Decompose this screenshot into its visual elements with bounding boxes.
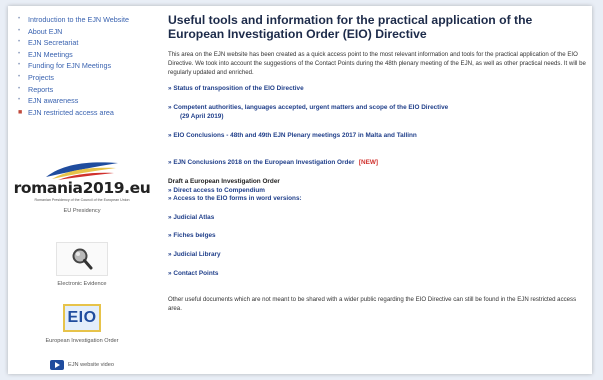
sidebar-item-awareness[interactable]: • EJN awareness: [18, 95, 156, 107]
romania-presidency-banner[interactable]: romania2019.eu Romanian Presidency of th…: [8, 159, 156, 214]
eio-banner[interactable]: EIO European Investigation Order: [8, 304, 156, 344]
eio-logo: EIO: [63, 304, 101, 332]
ejn-video-link[interactable]: EJN website video: [8, 360, 156, 370]
sidebar-link[interactable]: EJN Secretariat: [28, 38, 78, 47]
bullet-icon: •: [18, 97, 21, 104]
bullet-icon: •: [18, 39, 21, 46]
restricted-area-note: Other useful documents which are not mea…: [168, 296, 577, 312]
sidebar-item-projects[interactable]: • Projects: [18, 72, 156, 84]
video-label: EJN website video: [67, 362, 114, 368]
eio-conclusions-2017-link[interactable]: » EIO Conclusions - 48th and 49th EJN Pl…: [168, 132, 586, 141]
romania-swoosh-icon: [46, 162, 118, 180]
sidebar-item-funding[interactable]: • Funding for EJN Meetings: [18, 60, 156, 72]
bullet-icon: •: [18, 16, 21, 22]
eio-word-forms-link[interactable]: » Access to the EIO forms in word versio…: [168, 195, 586, 204]
sidebar-link[interactable]: Projects: [28, 73, 54, 82]
sidebar-link[interactable]: Introduction to the EJN Website: [28, 15, 129, 24]
sidebar-item-introduction[interactable]: • Introduction to the EJN Website: [18, 14, 156, 26]
bullet-icon: •: [18, 62, 21, 69]
page-container: • Introduction to the EJN Website • About …: [8, 6, 592, 374]
play-triangle-icon: [54, 362, 60, 368]
main-content: Useful tools and information for the pra…: [168, 13, 586, 314]
sidebar-item-about[interactable]: • About EJN: [18, 26, 156, 38]
sidebar: • Introduction to the EJN Website • About …: [8, 14, 156, 374]
ejn-conclusions-2018-link[interactable]: » EJN Conclusions 2018 on the European I…: [168, 159, 354, 166]
bullet-icon: •: [18, 85, 21, 92]
bullet-icon: •: [18, 73, 21, 80]
eio-caption: European Investigation Order: [45, 338, 119, 344]
magnifier-icon: [72, 248, 93, 270]
sidebar-link[interactable]: EJN restricted access area: [28, 108, 114, 117]
eu-presidency-caption: EU Presidency: [63, 208, 101, 214]
electronic-evidence-image: [56, 242, 108, 276]
judicial-atlas-link[interactable]: » Judicial Atlas: [168, 214, 586, 223]
new-badge: [NEW]: [358, 158, 379, 166]
sidebar-link[interactable]: EJN awareness: [28, 96, 78, 105]
electronic-evidence-banner[interactable]: Electronic Evidence: [8, 242, 156, 287]
competent-authorities-date: (29 April 2019): [180, 112, 224, 120]
sidebar-link[interactable]: EJN Meetings: [28, 50, 73, 59]
judicial-library-link[interactable]: » Judicial Library: [168, 251, 586, 260]
conclusions-2018-row: » EJN Conclusions 2018 on the European I…: [168, 151, 586, 169]
page-title: Useful tools and information for the pra…: [168, 13, 533, 41]
electronic-evidence-caption: Electronic Evidence: [57, 281, 107, 287]
contact-points-link[interactable]: » Contact Points: [168, 270, 586, 279]
sidebar-item-restricted[interactable]: ■ EJN restricted access area: [18, 107, 156, 119]
sidebar-item-secretariat[interactable]: • EJN Secretariat: [18, 37, 156, 49]
fiches-belges-link[interactable]: » Fiches belges: [168, 232, 586, 241]
bullet-icon: •: [18, 27, 21, 34]
play-icon: [49, 360, 64, 370]
sidebar-item-reports[interactable]: • Reports: [18, 84, 156, 96]
lock-icon: ■: [18, 108, 23, 116]
romania-tagline: Romanian Presidency of the Council of th…: [34, 198, 130, 202]
draft-eio-heading: Draft a European Investigation Order: [168, 177, 280, 185]
bullet-icon: •: [18, 50, 21, 57]
sidebar-link[interactable]: Reports: [28, 85, 53, 94]
sidebar-link[interactable]: Funding for EJN Meetings: [28, 61, 111, 70]
intro-paragraph: This area on the EJN website has been cr…: [168, 51, 586, 76]
sidebar-item-meetings[interactable]: • EJN Meetings: [18, 49, 156, 61]
sidebar-link[interactable]: About EJN: [28, 27, 62, 36]
sidebar-nav: • Introduction to the EJN Website • About …: [8, 14, 156, 118]
competent-authorities-link[interactable]: » Competent authorities, languages accep…: [168, 104, 586, 113]
romania-logo-text: romania2019.eu: [13, 179, 151, 197]
compendium-link[interactable]: » Direct access to Compendium: [168, 187, 586, 196]
status-transposition-link[interactable]: » Status of transposition of the EIO Dir…: [168, 85, 586, 94]
